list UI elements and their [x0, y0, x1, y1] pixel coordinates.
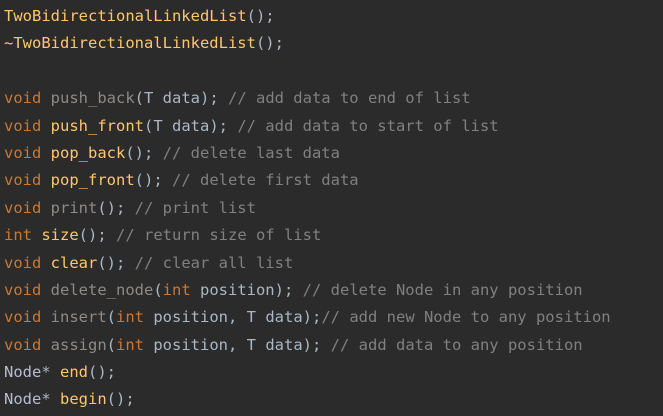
code-token-fn: size [32, 226, 79, 245]
code-line[interactable]: void delete_node(int position); // delet… [4, 277, 663, 304]
code-token-fn: pop_front [41, 171, 135, 190]
code-token-plain: * [41, 363, 51, 382]
code-token-kw: void [4, 253, 42, 272]
code-token-plain: * [41, 390, 51, 409]
code-line[interactable]: int size(); // return size of list [4, 222, 663, 249]
code-token-param: position [144, 335, 228, 354]
code-token-param: data [171, 116, 210, 135]
code-token-plain: (); [88, 363, 116, 382]
code-token-fn: begin [50, 390, 107, 409]
code-token-param: data [162, 89, 200, 108]
code-token-kw: void [4, 171, 42, 190]
code-token-kw: void [4, 89, 42, 108]
code-token-kw: int [116, 335, 144, 354]
code-token-comment: // delete first data [162, 171, 359, 190]
code-token-plain: ); [302, 335, 322, 354]
code-token-kw: void [4, 116, 42, 135]
code-token-plain: (); [125, 143, 154, 162]
code-token-plain: (); [106, 390, 135, 409]
code-token-plain: (T [134, 89, 163, 108]
code-token-fn: push_front [41, 116, 144, 135]
code-token-fn: ~TwoBidirectionalLinkedList [4, 34, 256, 53]
code-token-plain: (); [78, 226, 107, 245]
code-token-fn-muted: delete_node [41, 280, 154, 299]
code-token-comment: // add data to end of list [218, 89, 471, 108]
code-token-param: data [265, 308, 303, 327]
code-token-fn: TwoBidirectionalLinkedList [4, 7, 247, 25]
code-line[interactable]: ~TwoBidirectionalLinkedList(); [4, 30, 663, 57]
code-token-plain: , T [228, 308, 266, 327]
code-token-fn: end [50, 363, 88, 382]
code-token-plain: ); [209, 116, 228, 135]
code-token-fn-muted: assign [41, 335, 107, 354]
code-token-comment: // return size of list [106, 226, 322, 245]
code-token-param: position [144, 308, 228, 327]
code-token-type: Node [4, 363, 42, 382]
code-token-plain: (); [134, 171, 163, 190]
code-line[interactable]: void clear(); // clear all list [4, 250, 663, 277]
code-token-plain: , T [228, 335, 266, 354]
code-line[interactable]: void print(); // print list [4, 195, 663, 222]
code-token-plain: (); [246, 7, 275, 25]
code-token-fn: pop_back [41, 143, 126, 162]
code-token-fn-muted: push_back [41, 89, 135, 108]
code-token-plain: ( [153, 280, 163, 299]
code-token-kw: void [4, 280, 42, 299]
code-token-plain: (T [143, 116, 172, 135]
code-token-kw: void [4, 308, 42, 327]
code-token-comment: // delete Node in any position [293, 280, 583, 299]
code-line[interactable]: TwoBidirectionalLinkedList(); [4, 3, 663, 30]
code-token-plain: ( [106, 308, 116, 327]
code-token-plain: ); [199, 89, 219, 108]
code-token-comment: // delete last data [153, 143, 340, 162]
code-token-kw: void [4, 198, 42, 217]
code-token-comment: // print list [125, 198, 256, 217]
code-line[interactable]: void pop_front(); // delete first data [4, 167, 663, 194]
code-line[interactable]: void insert(int position, T data);// add… [4, 304, 663, 331]
code-token-plain: (); [97, 198, 126, 217]
code-token-plain: ); [274, 280, 294, 299]
code-line[interactable]: Node* end(); [4, 359, 663, 386]
code-token-comment: // clear all list [125, 253, 294, 272]
code-editor[interactable]: TwoBidirectionalLinkedList(); ~TwoBidirec… [0, 0, 663, 416]
code-line[interactable]: void push_back(T data); // add data to e… [4, 85, 663, 112]
code-line[interactable]: Node* begin(); [4, 386, 663, 413]
code-line[interactable] [4, 58, 663, 85]
code-token-kw: int [116, 308, 144, 327]
code-token-kw: int [4, 226, 32, 245]
code-token-fn-muted: print [41, 198, 98, 217]
code-token-comment: // add data to start of list [227, 116, 499, 135]
code-token-type: Node [4, 390, 42, 409]
code-line[interactable]: void push_front(T data); // add data to … [4, 113, 663, 140]
code-token-plain: (); [97, 253, 126, 272]
code-token-plain: (); [255, 34, 284, 53]
code-token-comment: // add data to any position [321, 335, 583, 354]
code-token-kw: void [4, 143, 42, 162]
code-token-param: position [190, 280, 275, 299]
code-token-fn-muted: insert [41, 308, 107, 327]
code-token-plain: ); [302, 308, 322, 327]
code-token-fn: clear [41, 253, 98, 272]
code-line[interactable]: void pop_back(); // delete last data [4, 140, 663, 167]
code-token-kw: void [4, 335, 42, 354]
code-line[interactable]: void assign(int position, T data); // ad… [4, 332, 663, 359]
code-token-kw: int [162, 280, 191, 299]
code-token-param: data [265, 335, 303, 354]
code-token-plain: ( [106, 335, 116, 354]
code-token-comment: // add new Node to any position [321, 308, 611, 327]
